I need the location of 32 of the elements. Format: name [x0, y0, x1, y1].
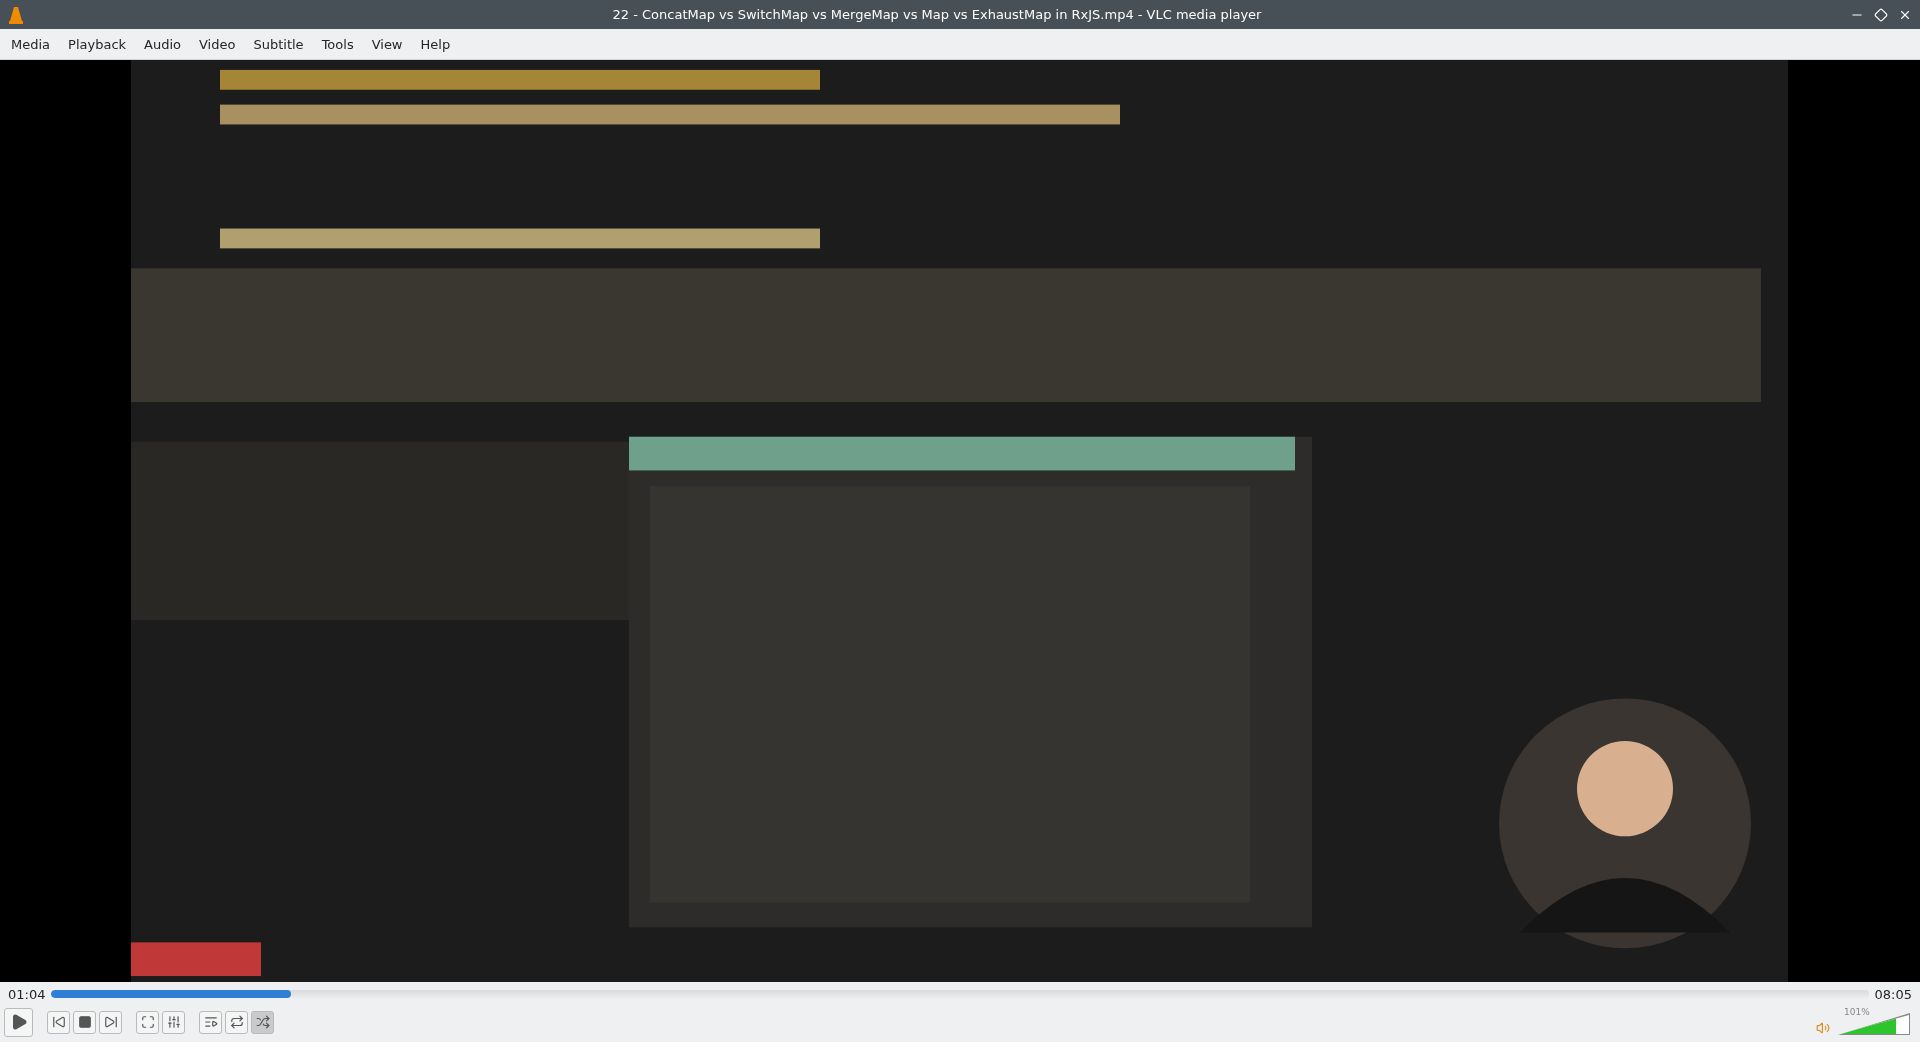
loop-button[interactable]	[225, 1010, 248, 1034]
elapsed-time: 01:04	[8, 986, 46, 1002]
menu-item[interactable]: Playback	[59, 32, 136, 56]
shuffle-button[interactable]	[251, 1010, 274, 1034]
playlist-icon	[203, 1015, 218, 1029]
menu-item[interactable]: Subtitle	[244, 32, 313, 56]
effects-button[interactable]	[162, 1010, 185, 1034]
skip-forward-icon	[103, 1015, 118, 1029]
stop-icon	[77, 1015, 92, 1029]
next-button[interactable]	[99, 1010, 122, 1034]
playlist-button[interactable]	[199, 1010, 222, 1034]
menu-item[interactable]: Audio	[135, 32, 190, 56]
fullscreen-icon	[140, 1015, 155, 1029]
volume-reading: 101%	[1844, 1007, 1870, 1017]
shuffle-icon	[255, 1015, 270, 1029]
loop-icon	[229, 1015, 244, 1029]
previous-button[interactable]	[47, 1010, 70, 1034]
menu-item[interactable]: View	[362, 32, 412, 56]
menu-item[interactable]: Media	[2, 32, 60, 56]
play-button[interactable]	[4, 1007, 33, 1037]
total-time: 08:05	[1874, 986, 1912, 1002]
skip-back-icon	[51, 1015, 66, 1029]
menu-item[interactable]: Help	[411, 32, 460, 56]
sliders-icon	[166, 1015, 181, 1029]
maximize-icon[interactable]	[1874, 7, 1888, 22]
stop-button[interactable]	[73, 1010, 96, 1034]
menu-item[interactable]: Tools	[312, 32, 363, 56]
menu-item[interactable]: Video	[190, 32, 245, 56]
window-title: 22 - ConcatMap vs SwitchMap vs MergeMap vs Map vs ExhaustMap in RxJS.mp4 - VLC media player	[611, 7, 1263, 22]
traffic-cone-icon	[8, 5, 24, 24]
seek-bar[interactable]	[51, 990, 1869, 998]
fullscreen-button[interactable]	[136, 1010, 159, 1034]
